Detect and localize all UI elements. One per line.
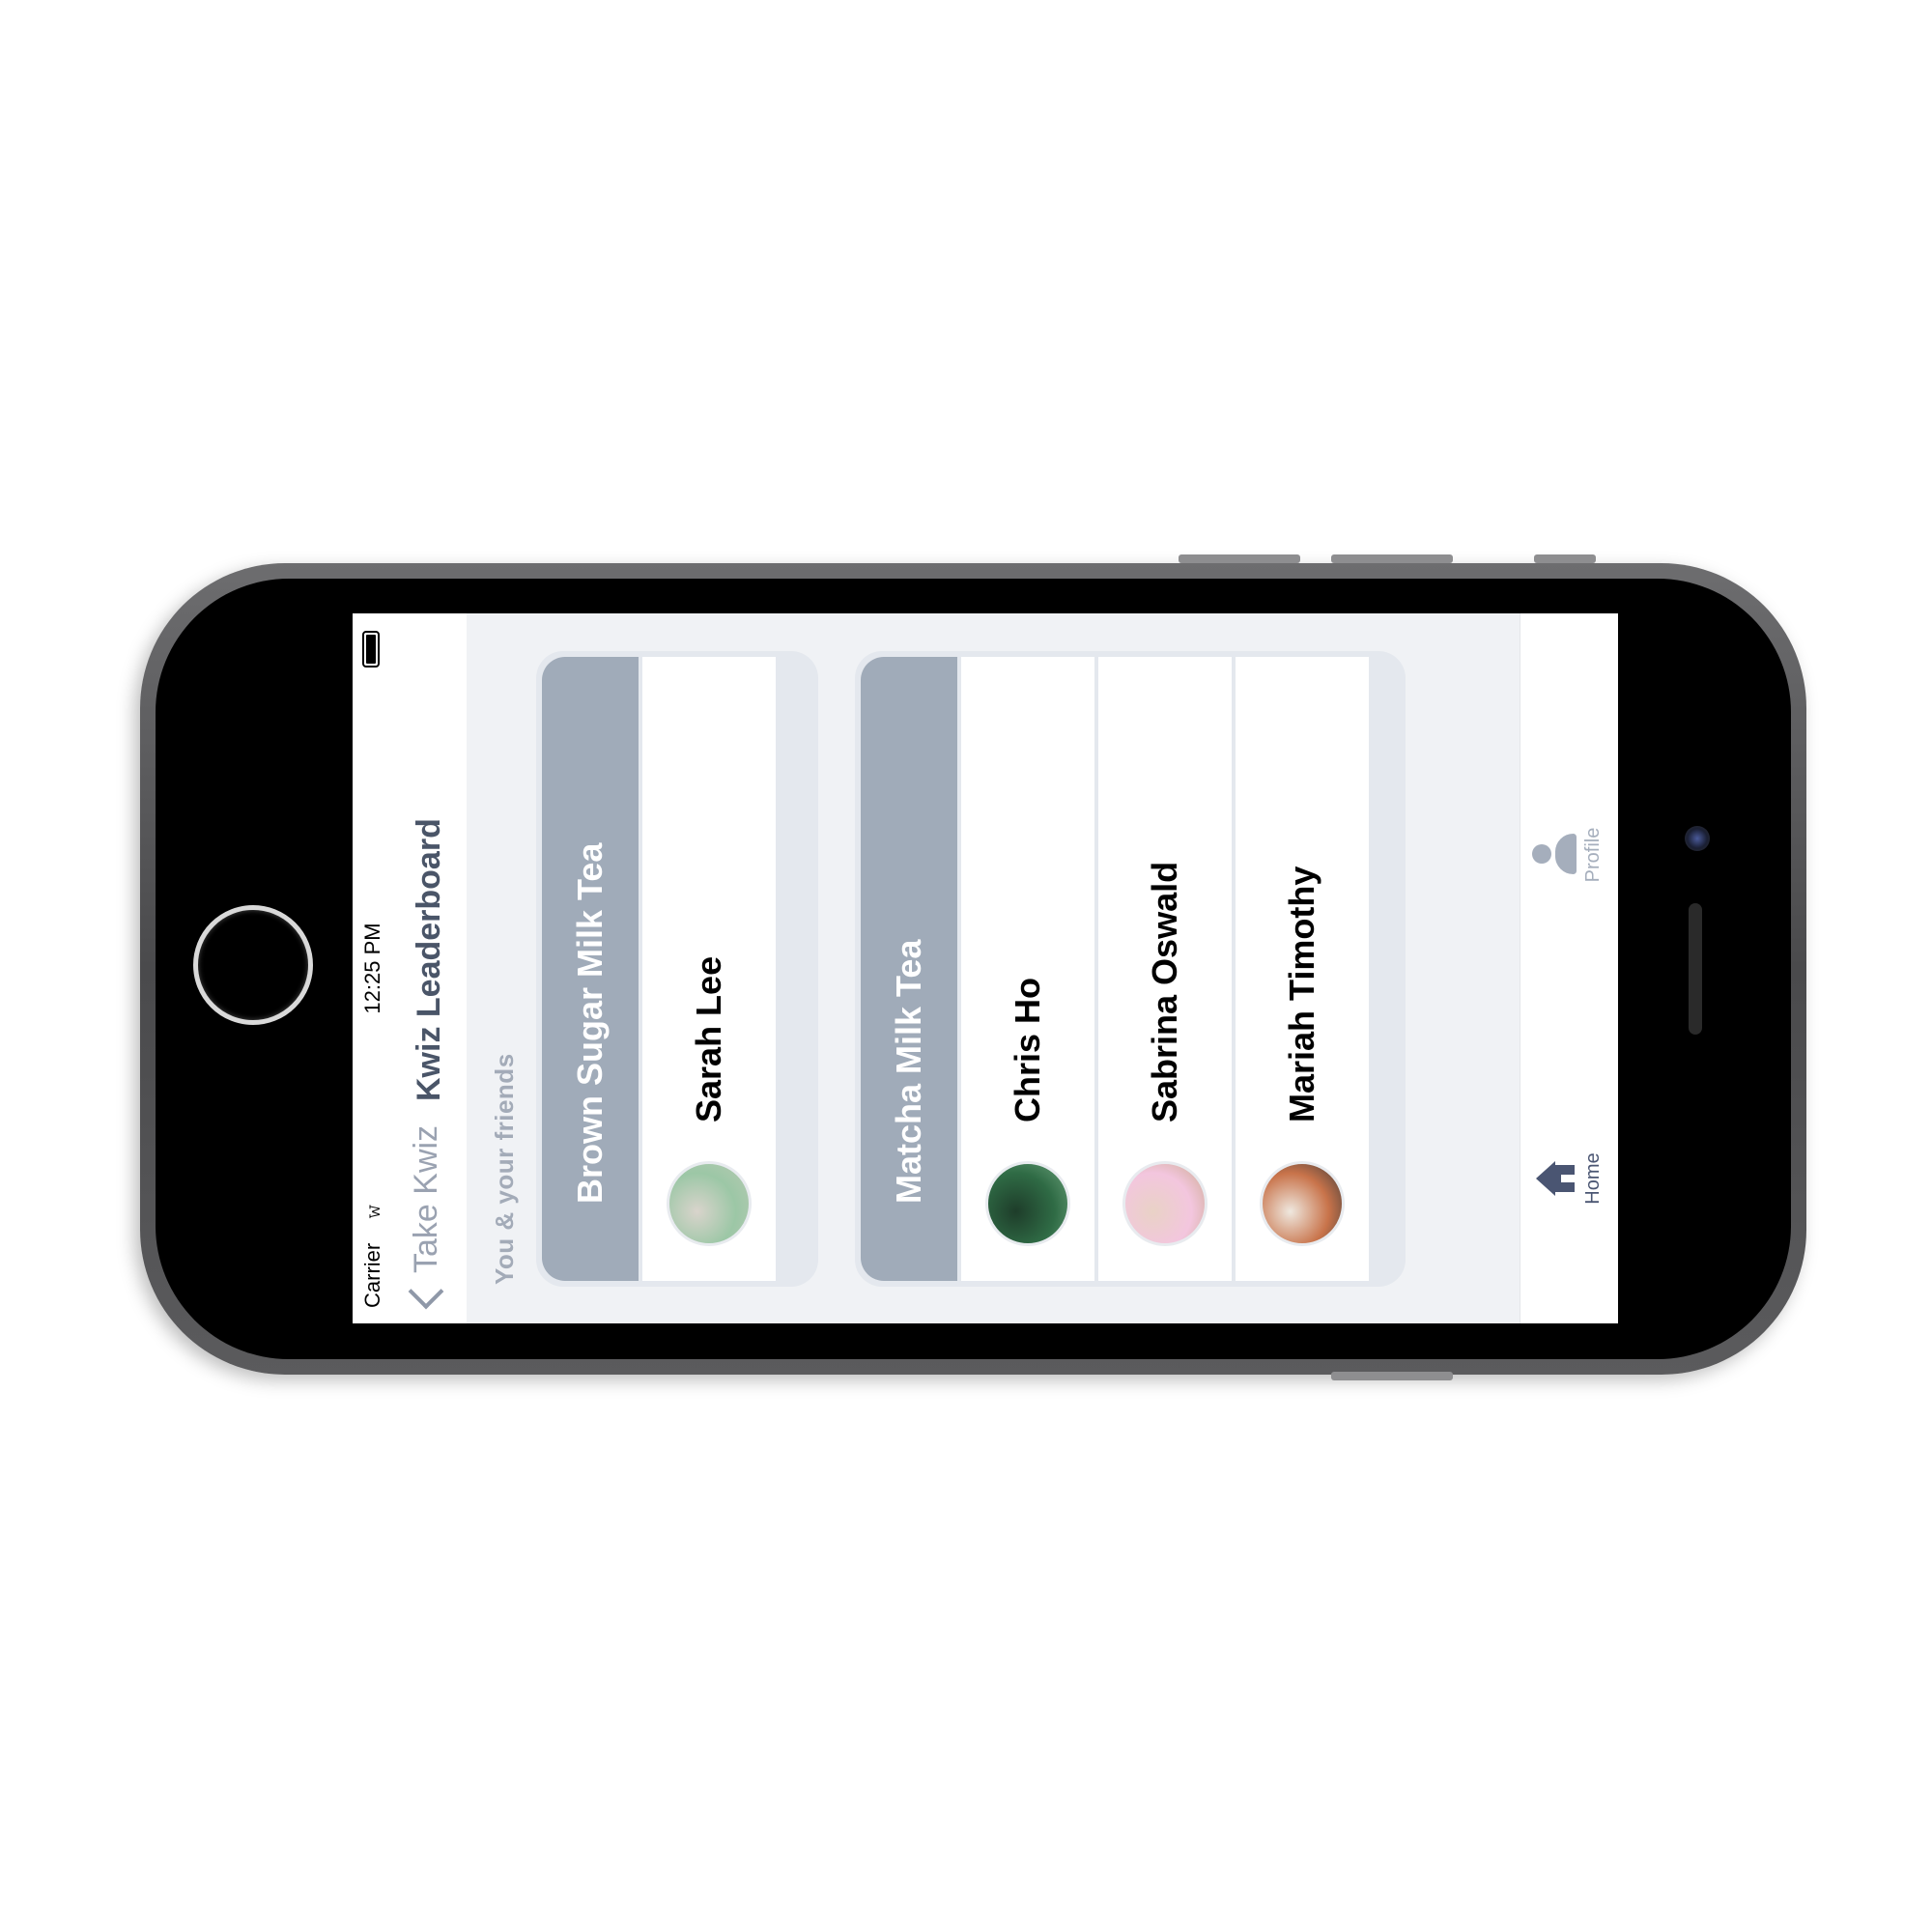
person-name: Mariah Timothy [1282,866,1321,1122]
page-title: Kwiz Leaderboard [411,818,447,1101]
list-item[interactable]: Mariah Timothy [1236,657,1369,1281]
list-item[interactable]: Sabrina Oswald [1098,657,1232,1281]
person-name: Sarah Lee [689,955,728,1122]
group-card-inner: Matcha Milk Tea Chris Ho Sabrina Oswald … [861,657,1400,1281]
back-button[interactable]: Take Kwiz [405,1125,447,1312]
group-card-inner: Brown Sugar Milk Tea Sarah Lee [542,657,812,1281]
volume-down-button [1331,554,1453,563]
avatar [1122,1161,1208,1246]
front-camera [1685,826,1710,851]
list-item[interactable]: Chris Ho [961,657,1094,1281]
tab-home-label: Home [1582,1152,1604,1205]
mute-switch [1534,554,1596,563]
app-view: Carrier 𝚠 12:25 PM Take Kwiz Kwiz Leader… [353,613,1618,1323]
status-bar: Carrier 𝚠 12:25 PM [353,613,391,1323]
person-name: Sabrina Oswald [1145,861,1184,1122]
chevron-left-icon [408,1273,444,1310]
group-card: Brown Sugar Milk Tea Sarah Lee [536,651,818,1287]
tab-profile[interactable]: Profile [1532,797,1605,913]
section-label: You & your friends [490,1053,519,1285]
home-icon [1532,1155,1577,1202]
avatar [667,1161,752,1246]
tab-bar: Home Profile [1520,613,1618,1323]
navigation-bar: Take Kwiz Kwiz Leaderboard [391,613,467,1323]
group-title: Brown Sugar Milk Tea [542,657,639,1281]
group-card: Matcha Milk Tea Chris Ho Sabrina Oswald … [855,651,1406,1287]
person-name: Chris Ho [1008,977,1047,1122]
avatar [985,1161,1070,1246]
home-button[interactable] [193,905,313,1025]
tab-home[interactable]: Home [1532,1121,1605,1236]
list-item[interactable]: Sarah Lee [642,657,776,1281]
status-time: 12:25 PM [360,923,384,1014]
avatar [1260,1161,1345,1246]
volume-up-button [1179,554,1300,563]
battery-icon [362,631,380,668]
profile-icon [1532,832,1577,878]
earpiece-speaker [1689,903,1702,1035]
group-title: Matcha Milk Tea [861,657,957,1281]
back-button-label: Take Kwiz [407,1124,444,1273]
screen: Carrier 𝚠 12:25 PM Take Kwiz Kwiz Leader… [353,613,1618,1323]
power-button [1331,1372,1453,1380]
tab-profile-label: Profile [1582,827,1604,883]
